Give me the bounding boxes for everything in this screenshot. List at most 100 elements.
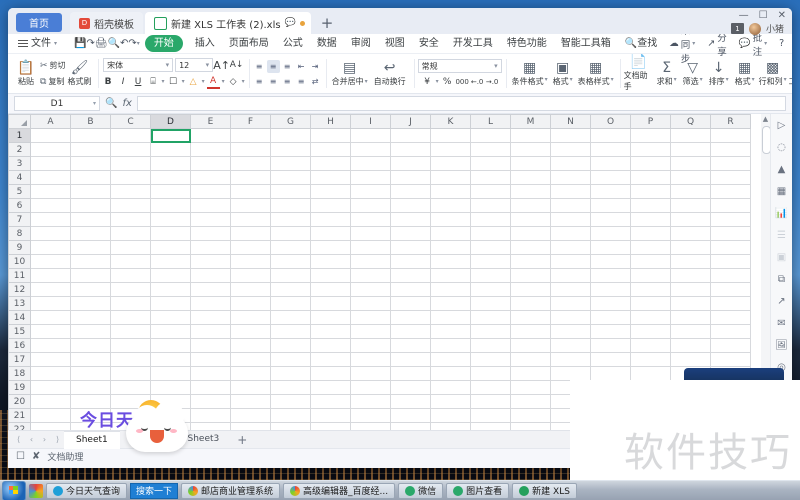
save-icon[interactable]: 💾 [74, 36, 86, 52]
cell-R10[interactable] [710, 254, 751, 269]
cell-F22[interactable] [230, 422, 271, 430]
cell-O11[interactable] [590, 268, 631, 283]
cell-J17[interactable] [390, 352, 431, 367]
cell-B10[interactable] [70, 254, 111, 269]
cell-G9[interactable] [270, 240, 311, 255]
cell-D1[interactable] [150, 128, 191, 143]
cell-B1[interactable] [70, 128, 111, 143]
cell-R9[interactable] [710, 240, 751, 255]
cell-F19[interactable] [230, 380, 271, 395]
cell-I8[interactable] [350, 226, 391, 241]
cell-A21[interactable] [30, 408, 71, 423]
cell-I19[interactable] [350, 380, 391, 395]
cell-O14[interactable] [590, 310, 631, 325]
cell-H5[interactable] [310, 184, 351, 199]
sort-button[interactable]: ↓ 排序 ▾ [706, 61, 732, 87]
prev-sheet-button[interactable]: ‹ [25, 435, 38, 444]
row-header-19[interactable]: 19 [8, 380, 31, 395]
cell-N11[interactable] [550, 268, 591, 283]
copy-button[interactable]: ⧉ 复制 [40, 75, 66, 89]
cell-F12[interactable] [230, 282, 271, 297]
cell-K2[interactable] [430, 142, 471, 157]
cell-A20[interactable] [30, 394, 71, 409]
row-header-9[interactable]: 9 [8, 240, 31, 255]
pen-icon[interactable]: ▲ [774, 161, 790, 177]
sheet-tab-sheet1[interactable]: Sheet1 [64, 430, 120, 449]
row-header-8[interactable]: 8 [8, 226, 31, 241]
paste-button[interactable]: 📋 粘贴 [12, 61, 40, 87]
record-icon[interactable]: ☐ [16, 451, 25, 462]
tab-insert[interactable]: 插入 [188, 34, 222, 54]
cell-N18[interactable] [550, 366, 591, 381]
cell-K9[interactable] [430, 240, 471, 255]
cell-L19[interactable] [470, 380, 511, 395]
cell-L10[interactable] [470, 254, 511, 269]
cell-G4[interactable] [270, 170, 311, 185]
cell-E9[interactable] [190, 240, 231, 255]
cell-Q16[interactable] [670, 338, 711, 353]
cell-H21[interactable] [310, 408, 351, 423]
cell-A6[interactable] [30, 198, 71, 213]
cell-C20[interactable] [110, 394, 151, 409]
cell-F11[interactable] [230, 268, 271, 283]
cell-G20[interactable] [270, 394, 311, 409]
cell-E8[interactable] [190, 226, 231, 241]
cell-J11[interactable] [390, 268, 431, 283]
align-top-button[interactable]: ≡ [253, 60, 266, 73]
cell-J8[interactable] [390, 226, 431, 241]
export-icon[interactable]: ↗ [774, 293, 790, 309]
redo-branch-icon[interactable]: ↷ [86, 36, 94, 52]
cell-L15[interactable] [470, 324, 511, 339]
cell-Q3[interactable] [670, 156, 711, 171]
cell-C7[interactable] [110, 212, 151, 227]
cell-J20[interactable] [390, 394, 431, 409]
row-header-18[interactable]: 18 [8, 366, 31, 381]
cell-J6[interactable] [390, 198, 431, 213]
row-header-5[interactable]: 5 [8, 184, 31, 199]
increase-decimal-button[interactable]: ←.0 [471, 75, 484, 88]
cell-P10[interactable] [630, 254, 671, 269]
cell-Q13[interactable] [670, 296, 711, 311]
cell-A22[interactable] [30, 422, 71, 430]
cell-F15[interactable] [230, 324, 271, 339]
cell-H13[interactable] [310, 296, 351, 311]
cell-N1[interactable] [550, 128, 591, 143]
cell-L4[interactable] [470, 170, 511, 185]
cell-O10[interactable] [590, 254, 631, 269]
scroll-up-button[interactable]: ▲ [762, 116, 769, 123]
cell-A12[interactable] [30, 282, 71, 297]
cell-J1[interactable] [390, 128, 431, 143]
cell-O12[interactable] [590, 282, 631, 297]
cell-M2[interactable] [510, 142, 551, 157]
cell-L14[interactable] [470, 310, 511, 325]
cell-K4[interactable] [430, 170, 471, 185]
cell-C22[interactable] [110, 422, 151, 430]
cell-M11[interactable] [510, 268, 551, 283]
doc-copy-icon[interactable]: ⧉ [774, 271, 790, 287]
protect-icon[interactable]: ✘ [32, 451, 40, 462]
cell-J13[interactable] [390, 296, 431, 311]
cell-E15[interactable] [190, 324, 231, 339]
cell-N5[interactable] [550, 184, 591, 199]
cell-C2[interactable] [110, 142, 151, 157]
home-tab[interactable]: 首页 [16, 13, 62, 32]
cell-M12[interactable] [510, 282, 551, 297]
cell-R11[interactable] [710, 268, 751, 283]
taskbar-item-editor[interactable]: 高级编辑器_百度经... [283, 482, 396, 499]
cell-O18[interactable] [590, 366, 631, 381]
menu-search[interactable]: 🔍查找 [618, 34, 664, 54]
cell-R13[interactable] [710, 296, 751, 311]
cell-M7[interactable] [510, 212, 551, 227]
cell-B11[interactable] [70, 268, 111, 283]
cell-C18[interactable] [110, 366, 151, 381]
cell-J18[interactable] [390, 366, 431, 381]
cell-I16[interactable] [350, 338, 391, 353]
cell-D3[interactable] [150, 156, 191, 171]
table-style-button[interactable]: ▦ 表格样式 ▾ [576, 61, 616, 87]
cell-E13[interactable] [190, 296, 231, 311]
text-direction-button[interactable]: ⇄ [309, 75, 322, 88]
cell-D13[interactable] [150, 296, 191, 311]
cell-J22[interactable] [390, 422, 431, 430]
cell-E1[interactable] [190, 128, 231, 143]
column-header-P[interactable]: P [630, 114, 671, 129]
